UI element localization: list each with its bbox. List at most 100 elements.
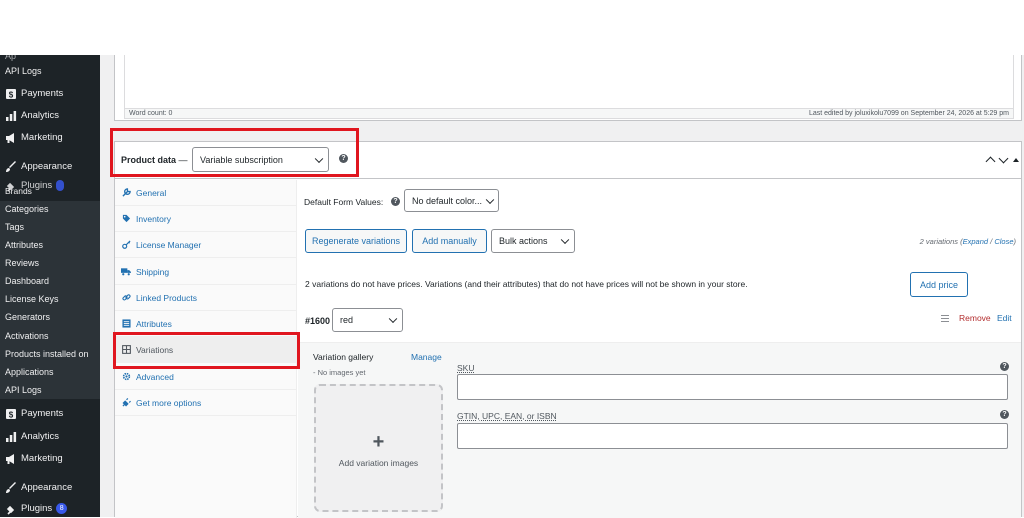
expand-link[interactable]: Expand xyxy=(963,237,988,246)
sidebar-item-marketing[interactable]: Marketing xyxy=(4,131,63,144)
plus-icon: + xyxy=(372,431,385,453)
sidebar-item-label: Analytics xyxy=(21,431,60,442)
tab-general[interactable]: General xyxy=(115,180,297,206)
box-controls xyxy=(985,153,1019,167)
help-icon[interactable]: ? xyxy=(1000,362,1009,371)
missing-prices-notice: 2 variations do not have prices. Variati… xyxy=(305,279,748,289)
add-manually-button[interactable]: Add manually xyxy=(412,229,487,253)
admin-sidebar: Ap API Logs $ Payments Analytics Marketi… xyxy=(0,55,100,517)
tab-label: Shipping xyxy=(136,266,170,277)
edit-variation-link[interactable]: Edit xyxy=(997,313,1012,323)
dollar-icon: $ xyxy=(4,407,17,420)
sidebar-item-payments[interactable]: $ Payments xyxy=(4,87,63,100)
variation-attribute-select[interactable]: red xyxy=(332,308,403,332)
product-data-box: Product data — Variable subscription ? G… xyxy=(114,141,1022,518)
sidebar-subitem-generators[interactable]: Generators xyxy=(5,312,50,322)
sidebar-item-plugins[interactable]: Plugins 8 xyxy=(4,502,68,515)
sidebar-subitem-activations[interactable]: Activations xyxy=(5,331,49,341)
sidebar-item-label: Payments xyxy=(21,88,64,99)
sidebar-item-brands[interactable]: Brands xyxy=(5,186,32,196)
link-icon xyxy=(121,293,131,303)
sidebar-subitem-applications[interactable]: Applications xyxy=(5,367,54,377)
sidebar-item-label: Marketing xyxy=(21,453,63,464)
plugins-update-badge: 8 xyxy=(56,503,68,514)
sidebar-subitem-dashboard[interactable]: Dashboard xyxy=(5,276,49,286)
plug-icon xyxy=(121,398,131,408)
bulk-actions-select[interactable]: Bulk actions xyxy=(491,229,575,253)
add-variation-images-label: Add variation images xyxy=(338,458,419,468)
bar-chart-icon xyxy=(4,109,17,122)
sku-input[interactable] xyxy=(457,374,1008,400)
sidebar-subitem-reviews[interactable]: Reviews xyxy=(5,258,39,268)
bulk-actions-value: Bulk actions xyxy=(499,236,548,246)
chevron-down-icon xyxy=(388,314,398,324)
chevron-down-icon xyxy=(485,195,495,204)
editor-textarea[interactable] xyxy=(124,55,1014,109)
tab-label: Advanced xyxy=(136,371,174,382)
list-icon xyxy=(121,319,131,329)
sidebar-item-analytics-2[interactable]: Analytics xyxy=(4,430,59,443)
sidebar-subitem-attributes[interactable]: Attributes xyxy=(5,240,43,250)
regenerate-variations-button[interactable]: Regenerate variations xyxy=(305,229,407,253)
megaphone-icon xyxy=(4,452,17,465)
sidebar-subitem-license-keys[interactable]: License Keys xyxy=(5,294,59,304)
close-link[interactable]: Close xyxy=(994,237,1013,246)
sidebar-subitem-api-logs[interactable]: API Logs xyxy=(5,385,42,395)
sidebar-item-partial: Ap xyxy=(5,55,17,61)
sidebar-item-payments-2[interactable]: $ Payments xyxy=(4,407,63,420)
variations-count: 2 variations (Expand / Close) xyxy=(919,237,1016,246)
sidebar-item-label: Appearance xyxy=(21,161,73,172)
wrench-icon xyxy=(121,188,131,198)
sidebar-item-label: Marketing xyxy=(21,132,63,143)
tab-linked-products[interactable]: Linked Products xyxy=(115,285,297,311)
sidebar-item-marketing-2[interactable]: Marketing xyxy=(4,452,63,465)
tab-label: Linked Products xyxy=(136,292,197,303)
word-count: Word count: 0 xyxy=(129,110,173,117)
gtin-input[interactable] xyxy=(457,423,1008,449)
tab-label: Get more options xyxy=(136,397,202,408)
highlight-variations-tab xyxy=(113,332,300,369)
sidebar-item-label: Appearance xyxy=(21,482,73,493)
main-content: Word count: 0 Last edited by joluxikolu7… xyxy=(100,55,1024,518)
chevron-down-icon xyxy=(560,235,570,245)
dollar-icon: $ xyxy=(4,87,17,100)
sidebar-subitem-tags[interactable]: Tags xyxy=(5,222,24,232)
svg-text:$: $ xyxy=(8,90,13,99)
tab-license-manager[interactable]: License Manager xyxy=(115,232,297,258)
variations-panel: Default Form Values: ? No default color.… xyxy=(298,180,1021,518)
sidebar-item-analytics[interactable]: Analytics xyxy=(4,109,59,122)
variation-gallery-title: Variation gallery xyxy=(313,352,374,362)
sidebar-subitem-products-installed-on[interactable]: Products installed on xyxy=(5,349,89,359)
truck-icon xyxy=(121,267,131,277)
toggle-panel-icon[interactable] xyxy=(1013,157,1019,162)
tab-inventory[interactable]: Inventory xyxy=(115,206,297,232)
drag-handle-icon[interactable] xyxy=(941,314,949,324)
chevron-down-icon[interactable] xyxy=(998,153,1009,164)
sidebar-item-appearance-2[interactable]: Appearance xyxy=(4,481,72,494)
sidebar-item-label: Analytics xyxy=(21,110,60,121)
chevron-up-icon[interactable] xyxy=(985,156,996,167)
default-color-select[interactable]: No default color... xyxy=(404,189,499,212)
brush-icon xyxy=(4,481,17,494)
tab-get-more-options[interactable]: Get more options xyxy=(115,390,297,416)
sidebar-item-api-logs-top[interactable]: API Logs xyxy=(5,66,42,76)
add-price-button[interactable]: Add price xyxy=(910,272,968,297)
remove-variation-link[interactable]: Remove xyxy=(959,313,991,323)
editor-status-bar: Word count: 0 Last edited by joluxikolu7… xyxy=(124,108,1014,119)
sidebar-item-appearance[interactable]: Appearance xyxy=(4,160,72,173)
highlight-product-type xyxy=(110,128,359,177)
sidebar-subitem-categories[interactable]: Categories xyxy=(5,204,49,214)
plug-icon xyxy=(4,502,17,515)
help-icon[interactable]: ? xyxy=(1000,410,1009,419)
default-color-value: No default color... xyxy=(412,195,483,206)
svg-text:$: $ xyxy=(8,410,13,419)
tab-label: Inventory xyxy=(136,213,171,224)
tab-shipping[interactable]: Shipping xyxy=(115,259,297,285)
help-icon[interactable]: ? xyxy=(391,197,400,206)
manage-gallery-link[interactable]: Manage xyxy=(411,352,442,362)
add-variation-images-dropzone[interactable]: + Add variation images xyxy=(314,384,443,512)
sidebar-item-label: Plugins xyxy=(21,503,53,514)
last-edited: Last edited by joluxikolu7099 on Septemb… xyxy=(808,110,1009,117)
gear-icon xyxy=(121,372,131,382)
variation-attribute-value: red xyxy=(340,315,354,325)
